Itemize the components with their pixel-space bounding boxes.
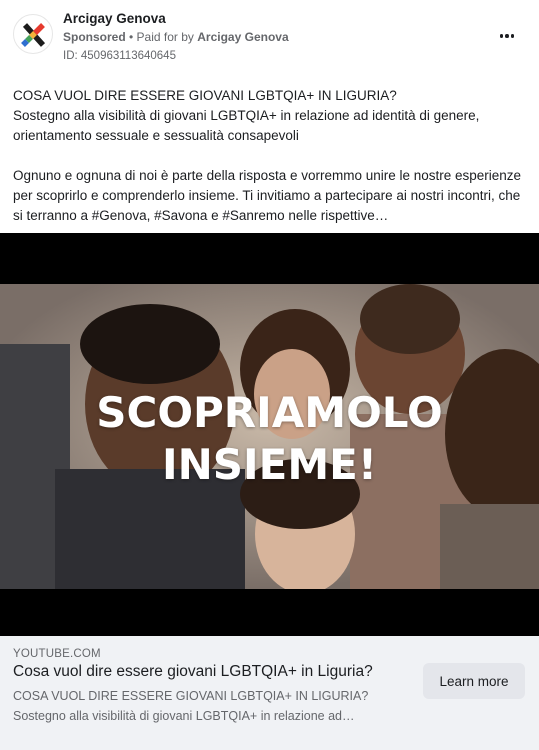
video-overlay-title-line2: INSIEME! bbox=[162, 440, 377, 489]
more-options-button[interactable] bbox=[495, 24, 519, 48]
paid-for-prefix: Paid for by bbox=[136, 30, 198, 44]
body-line-description: Sostegno alla visibilità di giovani LGBT… bbox=[13, 108, 480, 143]
arcigay-logo-icon bbox=[21, 23, 46, 47]
sponsored-line: Sponsored • Paid for by Arcigay Genova bbox=[63, 30, 289, 44]
video-overlay-title-line1: SCOPRIAMOLO bbox=[96, 388, 443, 437]
link-domain: YOUTUBE.COM bbox=[13, 648, 101, 660]
link-description-line1: COSA VUOL DIRE ESSERE GIOVANI LGBTQIA+ I… bbox=[13, 689, 369, 703]
separator-dot: • bbox=[125, 30, 137, 44]
more-horizontal-icon bbox=[499, 34, 515, 38]
body-line-invitation: Ognuno e ognuna di noi è parte della ris… bbox=[13, 168, 522, 223]
body-line-heading: COSA VUOL DIRE ESSERE GIOVANI LGBTQIA+ I… bbox=[13, 88, 397, 103]
page-avatar[interactable] bbox=[13, 14, 53, 54]
link-preview[interactable]: YOUTUBE.COM Cosa vuol dire essere giovan… bbox=[0, 636, 539, 750]
body-paragraph-gap bbox=[13, 146, 523, 166]
sponsored-post-card: Arcigay Genova Sponsored • Paid for by A… bbox=[0, 0, 539, 750]
paid-for-by-name: Arcigay Genova bbox=[197, 30, 289, 44]
page-name-link[interactable]: Arcigay Genova bbox=[63, 11, 166, 26]
link-title[interactable]: Cosa vuol dire essere giovani LGBTQIA+ i… bbox=[13, 663, 373, 681]
post-body-text: COSA VUOL DIRE ESSERE GIOVANI LGBTQIA+ I… bbox=[13, 86, 523, 226]
ad-id: ID: 450963113640645 bbox=[63, 50, 176, 62]
sponsored-label: Sponsored bbox=[63, 30, 126, 44]
post-header: Arcigay Genova Sponsored • Paid for by A… bbox=[0, 0, 539, 74]
link-description-line2: Sostegno alla visibilità di giovani LGBT… bbox=[13, 709, 355, 723]
learn-more-button[interactable]: Learn more bbox=[423, 663, 525, 699]
video-media[interactable]: SCOPRIAMOLO INSIEME! bbox=[0, 233, 539, 636]
link-description: COSA VUOL DIRE ESSERE GIOVANI LGBTQIA+ I… bbox=[13, 686, 408, 726]
